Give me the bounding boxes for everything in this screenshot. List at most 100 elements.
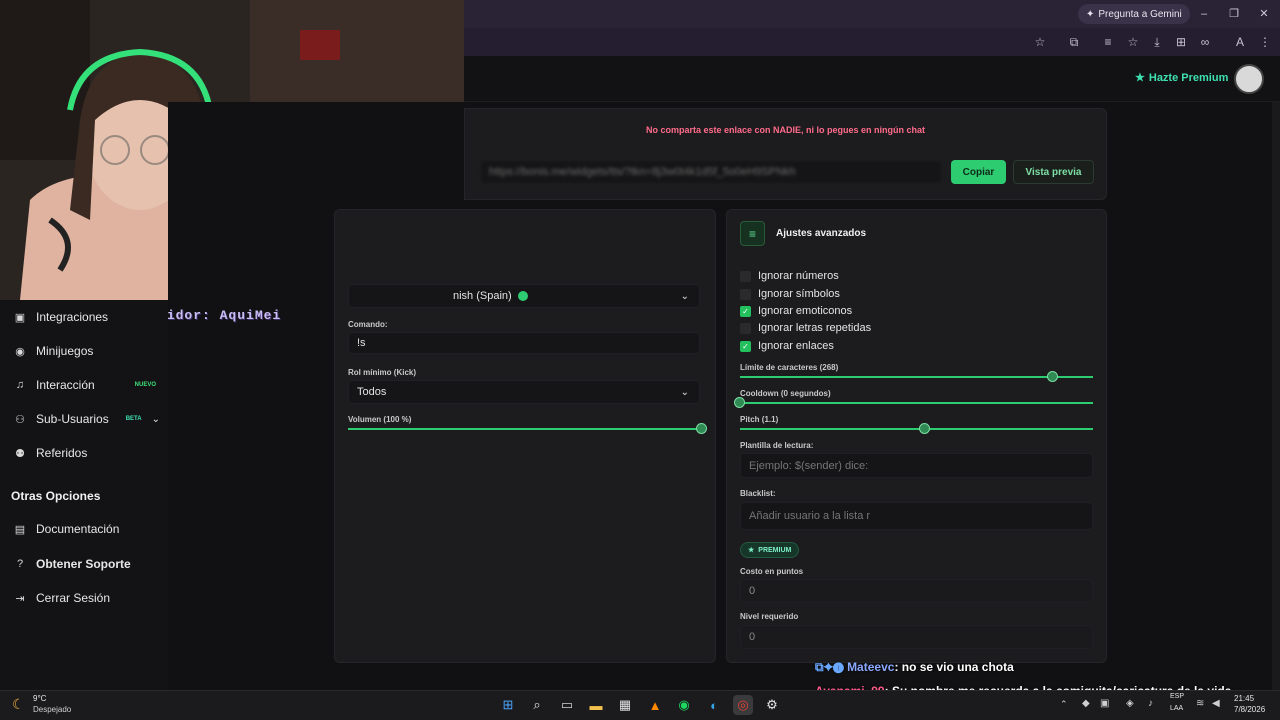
premium-label: Hazte Premium [1148, 71, 1229, 84]
scrollbar[interactable] [1272, 102, 1280, 690]
store-icon[interactable]: ▦ [615, 695, 635, 715]
check-icon[interactable]: ✓ [740, 340, 751, 352]
search-icon[interactable]: ⌕ [527, 695, 547, 715]
obs-icon[interactable]: ⚙ [762, 695, 782, 715]
chevron-down-icon: ⌄ [680, 386, 689, 398]
premium-link[interactable]: ★ Hazte Premium [1135, 71, 1229, 85]
document-icon: ▤ [14, 523, 26, 536]
minimize-icon[interactable]: – [1196, 6, 1212, 22]
link-icon[interactable]: ∞ [1197, 34, 1213, 50]
sidebar: ▣ Integraciones ◉ Minijuegos ♫ Interacci… [0, 300, 168, 690]
voice-value: nish (Spain) [453, 290, 512, 302]
clock-date[interactable]: 7/8/2026 [1234, 705, 1265, 714]
weather-temp: 9°C [33, 694, 47, 703]
sidebar-item-documentation[interactable]: ▤ Documentación [0, 512, 168, 546]
tts-panel [334, 209, 716, 663]
copy-button[interactable]: Copiar [951, 160, 1006, 184]
volume-label: Volumen (100 %) [348, 415, 412, 424]
language-indicator[interactable]: ESP [1170, 693, 1184, 700]
checkbox-label: Ignorar letras repetidas [758, 322, 872, 334]
checkbox-ignore-links[interactable]: ✓ Ignorar enlaces [740, 340, 834, 352]
checkbox-box[interactable] [740, 322, 751, 334]
char-limit-slider-track[interactable] [740, 376, 1093, 378]
spotify-icon[interactable]: ◉ [674, 695, 694, 715]
sidebar-item-label: Referidos [36, 446, 88, 460]
keyboard-layout[interactable]: LAA [1170, 705, 1183, 712]
checkbox-box[interactable] [740, 288, 751, 300]
sidebar-item-support[interactable]: ? Obtener Soporte [0, 547, 168, 581]
checkbox-ignore-symbols[interactable]: Ignorar símbolos [740, 288, 840, 300]
sidebar-item-subusers[interactable]: ⚇ Sub-Usuarios BETA ⌄ [0, 402, 168, 436]
level-input[interactable]: 0 [740, 625, 1093, 649]
vlc-icon[interactable]: ▲ [645, 695, 665, 715]
preview-button[interactable]: Vista previa [1013, 160, 1094, 184]
sidebar-item-integrations[interactable]: ▣ Integraciones [0, 300, 168, 334]
sidebar-item-label: Cerrar Sesión [36, 591, 111, 605]
profile-icon[interactable]: A [1232, 34, 1248, 50]
integrations-icon: ▣ [14, 311, 26, 324]
template-label: Plantilla de lectura: [740, 441, 814, 450]
gemini-button[interactable]: ✦ Pregunta a Gemini [1078, 4, 1190, 24]
premium-badge: ★ PREMIUM [740, 542, 800, 558]
cost-input[interactable]: 0 [740, 579, 1093, 603]
widget-url-field[interactable]: https://bonis.me/widgets/tts/?tkn=8j3w0t… [480, 160, 942, 184]
role-select[interactable]: Todos ⌄ [348, 380, 700, 404]
extensions-icon[interactable]: ⧉ [1066, 34, 1082, 50]
pitch-slider-track[interactable] [740, 428, 1093, 430]
cooldown-slider-track[interactable] [740, 402, 1093, 404]
cooldown-slider-thumb[interactable] [734, 397, 745, 408]
checkbox-label: Ignorar enlaces [758, 340, 834, 352]
pitch-label: Pitch (1.1) [740, 415, 779, 424]
check-icon[interactable]: ✓ [740, 305, 751, 317]
volume-icon[interactable]: ◀ [1212, 698, 1220, 709]
clock-time[interactable]: 21:45 [1234, 694, 1254, 703]
blacklist-label: Blacklist: [740, 489, 776, 498]
tab-search-icon[interactable]: ≡ [1100, 34, 1116, 50]
edge-icon[interactable]: ◐ [704, 695, 724, 715]
sidebar-item-minigames[interactable]: ◉ Minijuegos [0, 334, 168, 368]
favorites-icon[interactable]: ☆ [1125, 34, 1141, 50]
menu-dots-icon[interactable]: ⋮ [1257, 34, 1273, 50]
char-limit-label: Límite de caracteres (268) [740, 363, 839, 372]
sidebar-item-label: Obtener Soporte [36, 557, 131, 571]
checkbox-label: Ignorar emoticonos [758, 305, 853, 317]
tray-app-icon[interactable]: ▣ [1100, 698, 1109, 709]
volume-slider-thumb[interactable] [696, 423, 707, 434]
logout-icon: ⇥ [15, 592, 25, 605]
chrome-icon[interactable]: ◎ [733, 695, 753, 715]
avatar[interactable] [1234, 64, 1264, 94]
volume-slider-track[interactable] [348, 428, 701, 430]
download-icon[interactable]: ⤓ [1149, 34, 1165, 50]
command-input[interactable]: !s [348, 332, 700, 354]
windows-start-icon[interactable]: ⊞ [498, 695, 518, 715]
blacklist-input[interactable] [740, 502, 1093, 530]
file-explorer-icon[interactable]: ▬ [586, 695, 606, 715]
voice-select[interactable]: nish (Spain) ⌄ [348, 284, 700, 308]
microphone-icon[interactable]: ♪ [1148, 698, 1153, 709]
tray-app-icon[interactable]: ◈ [1126, 698, 1134, 709]
checkbox-ignore-emotes[interactable]: ✓ Ignorar emoticonos [740, 305, 852, 317]
sidebar-item-logout[interactable]: ⇥ Cerrar Sesión [0, 581, 168, 615]
pitch-slider-thumb[interactable] [919, 423, 930, 434]
checkbox-ignore-numbers[interactable]: Ignorar números [740, 270, 839, 282]
tray-app-icon[interactable]: ◆ [1082, 698, 1090, 709]
translate-icon[interactable]: ⊞ [1173, 34, 1189, 50]
level-label: Nivel requerido [740, 612, 799, 621]
role-value: Todos [357, 386, 387, 398]
advanced-title: Ajustes avanzados [776, 228, 867, 239]
close-icon[interactable]: ✕ [1256, 6, 1272, 22]
checkbox-box[interactable] [740, 270, 751, 282]
char-limit-slider-thumb[interactable] [1047, 371, 1058, 382]
tray-chevron-icon[interactable]: ⌃ [1060, 699, 1068, 710]
maximize-icon[interactable]: ❐ [1226, 6, 1242, 22]
wifi-icon[interactable]: ≋ [1196, 698, 1204, 709]
role-label: Rol mínimo (Kick) [348, 368, 417, 377]
task-view-icon[interactable]: ▭ [557, 695, 577, 715]
chevron-down-icon: ⌄ [680, 290, 689, 302]
weather-desc: Despejado [33, 705, 72, 714]
template-input[interactable] [740, 453, 1093, 478]
sidebar-item-referrals[interactable]: ⚉ Referidos [0, 436, 168, 470]
sidebar-item-interaction[interactable]: ♫ Interacción NUEVO [0, 368, 168, 402]
checkbox-ignore-repeated[interactable]: Ignorar letras repetidas [740, 322, 871, 334]
bookmark-star-icon[interactable]: ☆ [1032, 34, 1048, 50]
